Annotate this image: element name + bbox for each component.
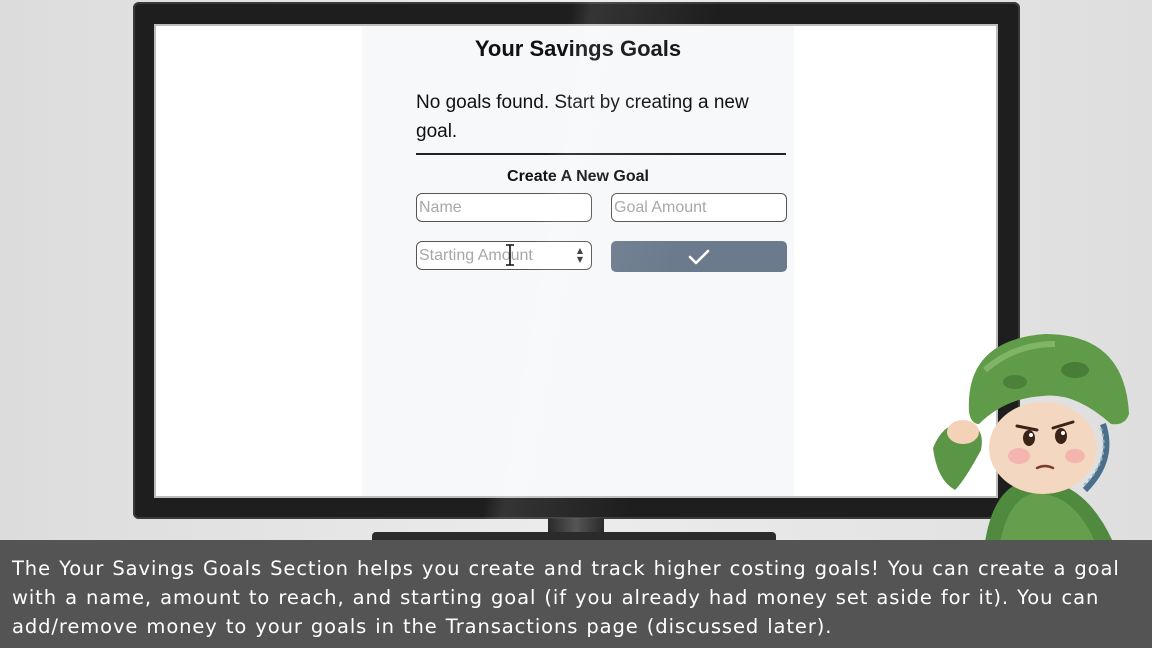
goal-amount-input[interactable] (611, 193, 787, 222)
empty-goals-message: No goals found. Start by creating a new … (416, 92, 749, 142)
checkmark-icon (688, 249, 710, 264)
caption-bar: The Your Savings Goals Section helps you… (0, 540, 1152, 648)
page-title: Your Savings Goals (474, 36, 682, 61)
section-divider (416, 153, 786, 155)
soldier-salute-icon (933, 334, 1129, 542)
caption-text: The Your Savings Goals Section helps you… (12, 557, 1120, 638)
number-spinner[interactable]: ▲ ▼ (574, 246, 586, 266)
submit-goal-button[interactable] (611, 241, 787, 272)
goal-name-input[interactable] (416, 193, 592, 222)
starting-amount-input[interactable] (416, 241, 592, 270)
savings-goals-panel: Your Savings Goals No goals found. Start… (362, 26, 794, 496)
spinner-up-icon[interactable]: ▲ (577, 246, 583, 255)
text-cursor-icon (506, 244, 514, 266)
spinner-down-icon[interactable]: ▼ (577, 255, 583, 264)
create-goal-heading: Create A New Goal (507, 168, 649, 185)
monitor-screen: Your Savings Goals No goals found. Start… (154, 24, 998, 498)
